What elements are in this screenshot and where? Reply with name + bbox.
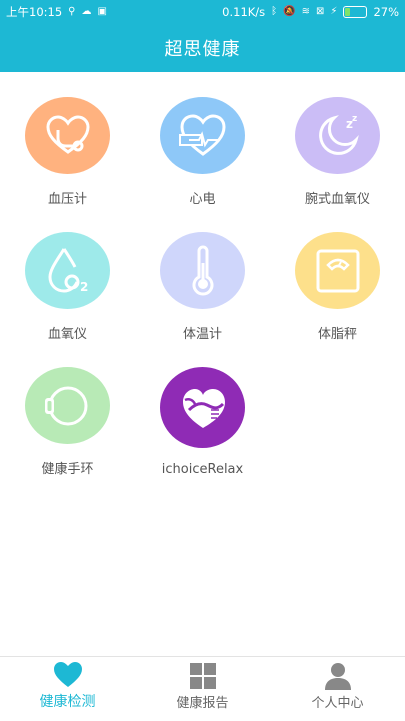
wifi-icon: ≋	[301, 6, 311, 17]
tab-health-report[interactable]: 健康报告	[135, 657, 270, 721]
svg-text:z: z	[352, 114, 357, 124]
tab-personal-center[interactable]: 个人中心	[270, 657, 405, 721]
device-icon-circle	[160, 232, 245, 309]
bluetooth-icon: ᛒ	[271, 6, 278, 17]
moon-sleep-icon: z z	[318, 114, 359, 155]
device-label: ichoiceRelax	[161, 462, 244, 477]
status-net-speed: 0.11K/s	[222, 5, 266, 19]
charging-icon: ⚡	[330, 6, 338, 17]
cloud-icon: ☁	[81, 6, 92, 17]
svg-text:2: 2	[80, 280, 88, 294]
device-label: 血氧仪	[47, 327, 87, 342]
thermometer-icon	[192, 245, 213, 296]
device-tile-wristband[interactable]: 健康手环	[0, 342, 135, 477]
device-icon-circle	[295, 232, 380, 309]
stethoscope-heart-icon	[45, 114, 90, 154]
battery-icon	[343, 6, 368, 18]
device-label: 健康手环	[41, 462, 94, 477]
device-icon-circle	[25, 367, 110, 444]
tab-health-check[interactable]: 健康检测	[0, 657, 135, 721]
device-tile-blood-pressure[interactable]: 血压计	[0, 72, 135, 207]
device-label: 心电	[189, 192, 216, 207]
device-tile-ecg[interactable]: 心电	[135, 72, 270, 207]
bottom-tab-bar: 健康检测 健康报告 个人中心	[0, 656, 405, 721]
silent-bell-icon: 🔕	[283, 6, 296, 17]
status-time: 上午10:15	[6, 5, 63, 19]
device-label: 体温计	[182, 327, 222, 342]
page-title: 超思健康	[164, 39, 241, 60]
device-tile-oximeter[interactable]: 2 血氧仪	[0, 207, 135, 342]
no-sim-icon: ⊠	[316, 6, 325, 17]
wristband-icon	[44, 386, 87, 425]
device-tile-wrist-oximeter[interactable]: z z 腕式血氧仪	[270, 72, 405, 207]
status-battery: 27%	[373, 5, 399, 19]
scale-icon	[316, 249, 359, 292]
device-label: 体脂秤	[317, 327, 357, 342]
device-label: 血压计	[47, 192, 87, 207]
device-icon-circle: z z	[295, 97, 380, 174]
device-tile-thermometer[interactable]: 体温计	[135, 207, 270, 342]
heart-icon	[53, 662, 82, 687]
tab-label: 健康检测	[39, 694, 96, 710]
device-icon-circle	[160, 97, 245, 174]
grid-icon	[189, 663, 216, 689]
tab-label: 个人中心	[311, 696, 364, 711]
relax-heart-icon	[182, 388, 225, 428]
device-icon-circle: 2	[25, 232, 110, 309]
device-label: 腕式血氧仪	[304, 192, 370, 207]
tab-label: 健康报告	[176, 696, 229, 711]
app-bar: 超思健康	[0, 24, 405, 72]
status-bar: 上午10:15 ⚲ ☁ ▣ 0.11K/s ᛒ 🔕 ≋ ⊠ ⚡ 27%	[0, 0, 405, 24]
oxygen-drop-icon: 2	[47, 247, 88, 294]
device-tile-body-fat-scale[interactable]: 体脂秤	[270, 207, 405, 342]
device-tile-ichoice-relax[interactable]: ichoiceRelax	[135, 342, 270, 477]
usb-icon: ⚲	[68, 6, 76, 17]
android-icon: ▣	[97, 6, 107, 17]
person-icon	[324, 663, 351, 690]
ecg-heart-icon	[178, 113, 226, 156]
device-icon-circle	[160, 367, 245, 448]
device-icon-circle	[25, 97, 110, 174]
